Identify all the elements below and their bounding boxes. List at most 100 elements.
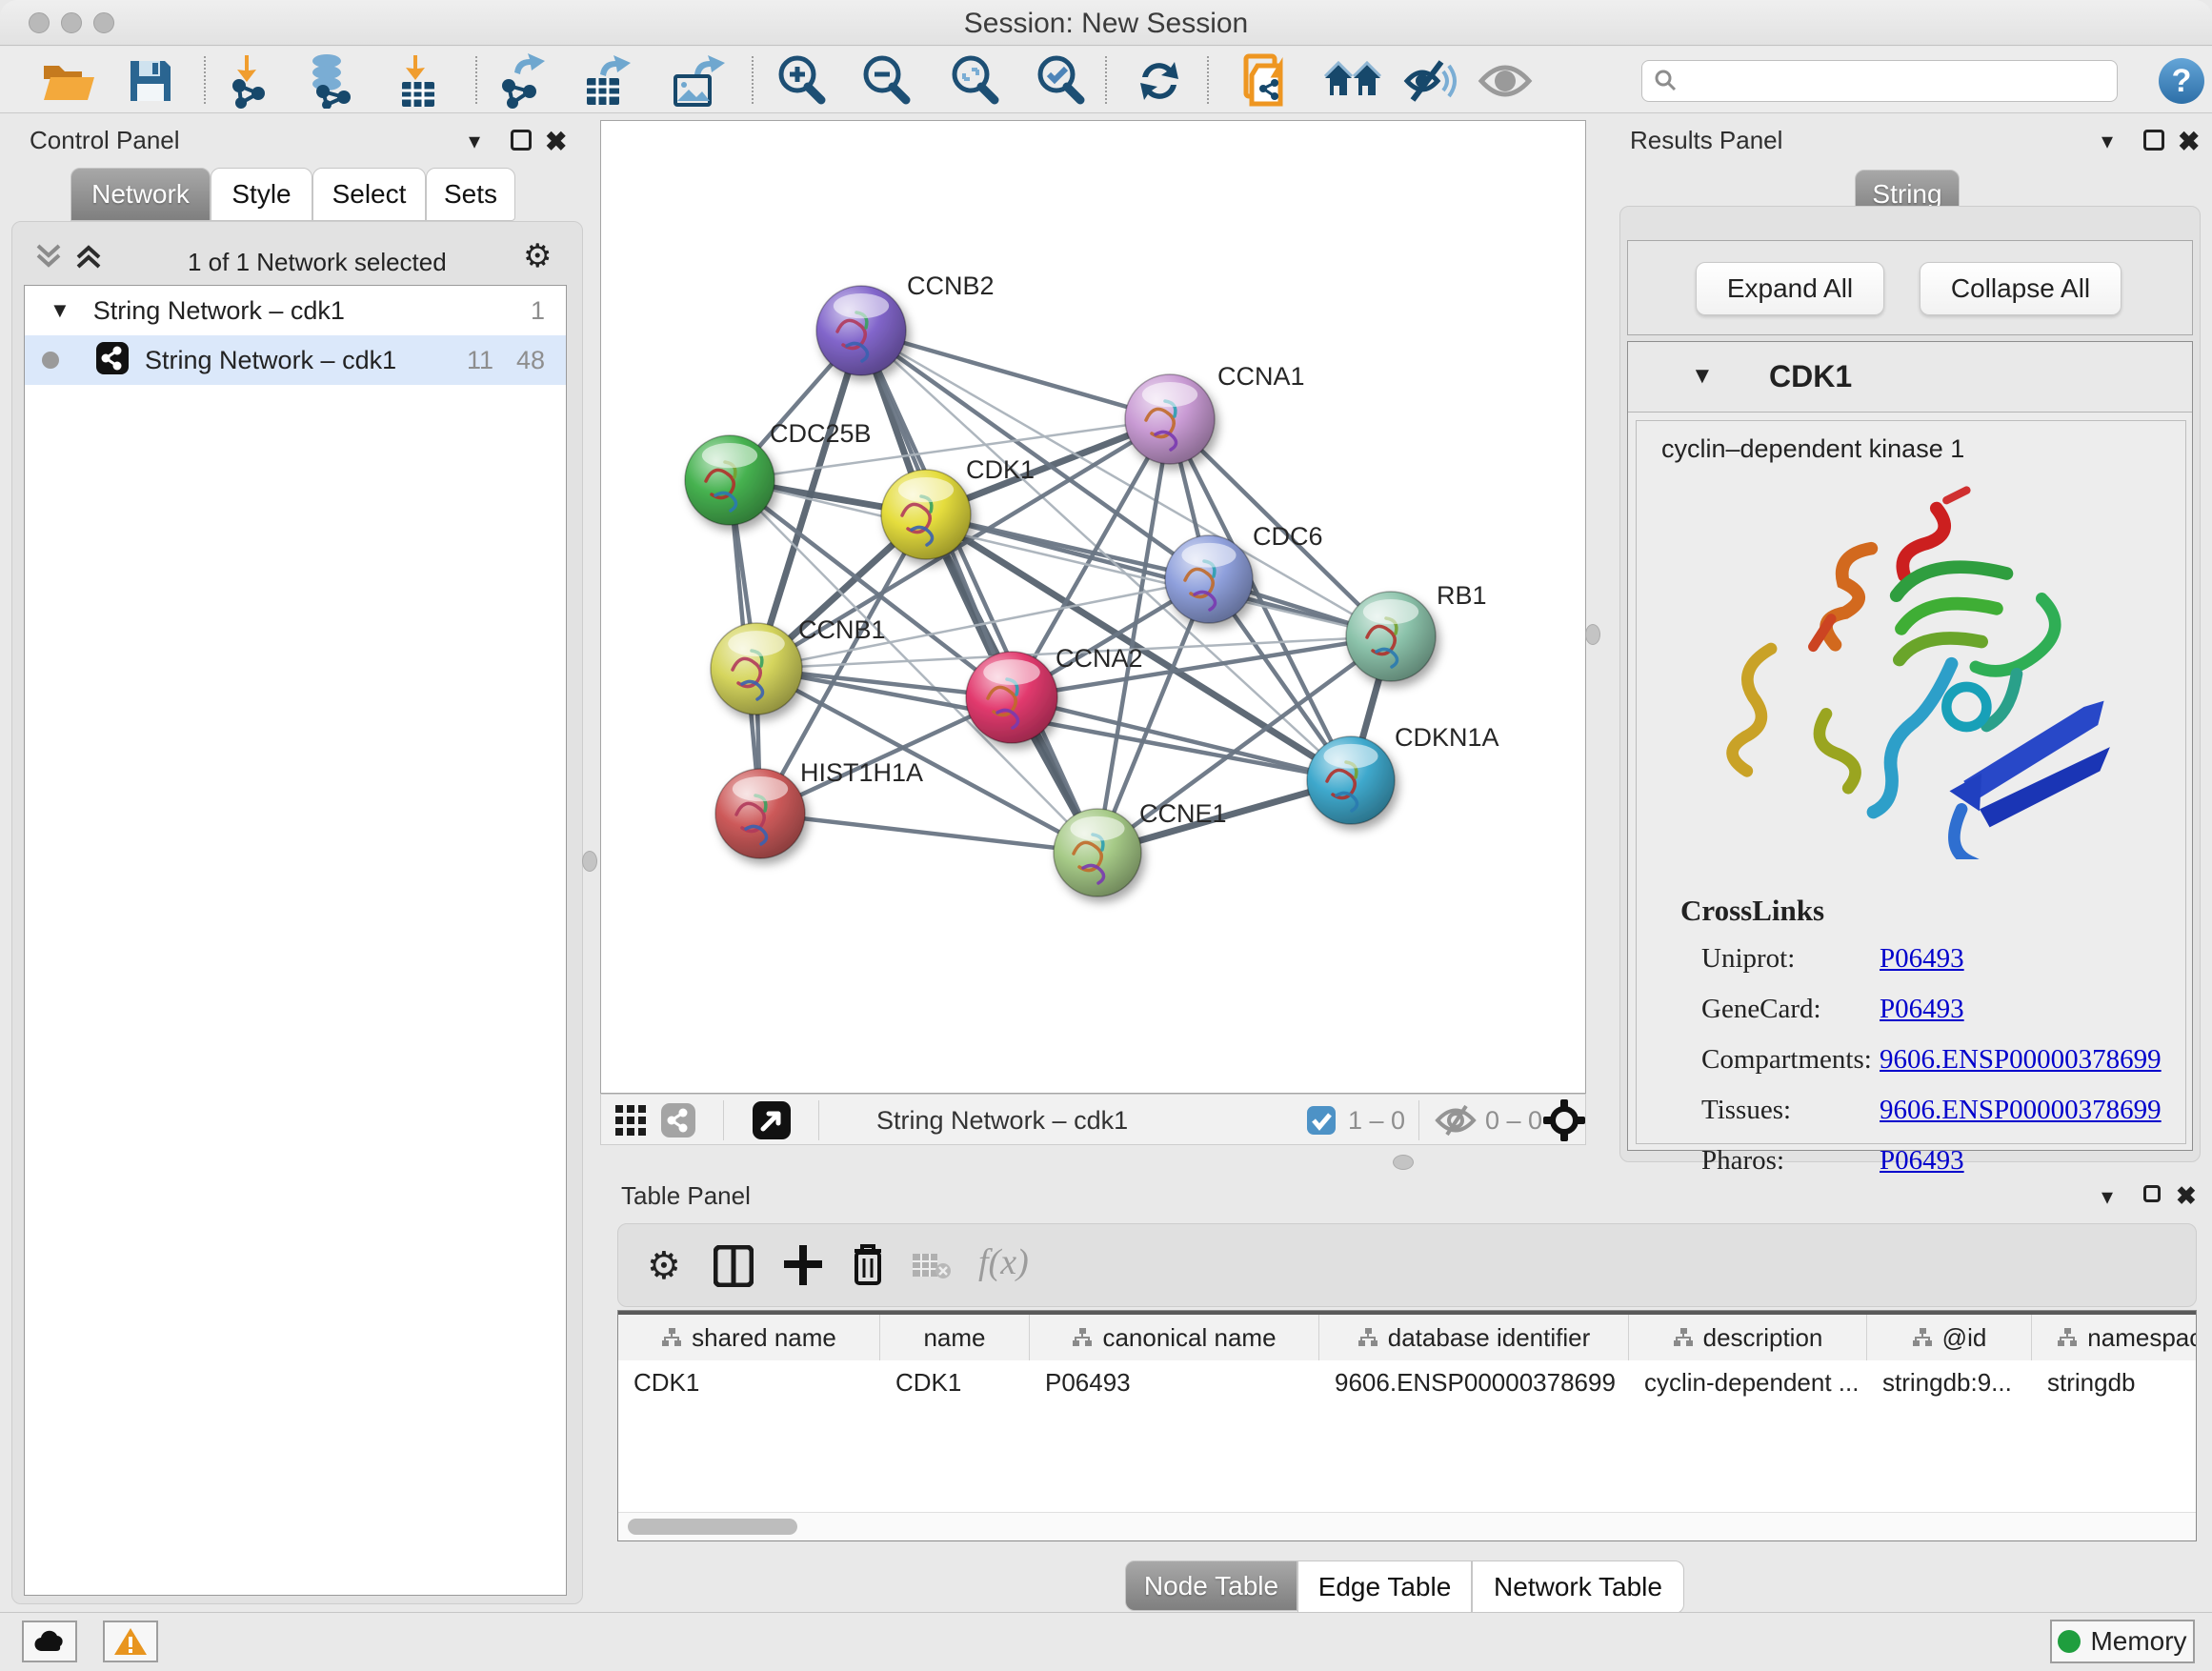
control-panel-close-icon[interactable]: ✖ <box>545 126 567 157</box>
network-options-gear-icon[interactable]: ⚙ <box>523 240 552 272</box>
tab-node-table[interactable]: Node Table <box>1125 1560 1297 1611</box>
search-icon <box>1654 69 1679 93</box>
import-table-icon[interactable] <box>388 54 449 108</box>
import-database-icon[interactable] <box>299 54 360 108</box>
memory-button[interactable]: Memory <box>2050 1620 2195 1663</box>
table-row[interactable]: CDK1CDK1P064939606.ENSP00000378699cyclin… <box>618 1315 2197 1404</box>
share-document-icon[interactable] <box>1238 54 1299 108</box>
crosslink-link[interactable]: 9606.ENSP00000378699 <box>1880 1095 2162 1126</box>
tab-network[interactable]: Network <box>70 168 211 221</box>
search-input[interactable] <box>1641 60 2118 102</box>
grid-view-icon[interactable] <box>614 1104 647 1141</box>
expand-all-networks-icon[interactable] <box>74 240 103 277</box>
table-cell[interactable]: cyclin-dependent ... <box>1629 1360 1867 1404</box>
delete-table-icon <box>912 1253 952 1286</box>
crosslink-row: Tissues: <box>1701 1095 1791 1126</box>
export-table-icon[interactable] <box>575 54 636 108</box>
table-panel-float-icon[interactable] <box>2143 1185 2161 1202</box>
tab-network-table[interactable]: Network Table <box>1472 1560 1684 1614</box>
gene-collapse-icon[interactable]: ▼ <box>1691 363 1714 390</box>
zoom-out-icon[interactable] <box>856 54 917 108</box>
main-toolbar: ? <box>0 47 2212 113</box>
help-icon[interactable]: ? <box>2151 54 2212 108</box>
svg-text:CDKN1A: CDKN1A <box>1395 723 1499 752</box>
toolbar-separator <box>1418 1100 1419 1140</box>
gene-description: cyclin–dependent kinase 1 <box>1661 434 1964 464</box>
crosslinks-title: CrossLinks <box>1680 894 1824 928</box>
gene-header-row[interactable]: ▼ CDK1 <box>1628 342 2192 413</box>
warning-status-button[interactable] <box>103 1621 158 1662</box>
table-options-gear-icon[interactable]: ⚙ <box>647 1247 681 1285</box>
tab-select[interactable]: Select <box>312 168 426 221</box>
crosslink-link[interactable]: P06493 <box>1880 943 1964 975</box>
open-session-icon[interactable] <box>38 54 99 108</box>
window-title: Session: New Session <box>0 8 2212 40</box>
table-cell[interactable]: P06493 <box>1030 1360 1319 1404</box>
results-panel-collapse-icon[interactable]: ▾ <box>2101 128 2113 155</box>
tree-collapse-icon[interactable]: ▼ <box>50 298 70 323</box>
left-splitter-handle[interactable] <box>582 851 597 872</box>
status-bar: Memory <box>0 1612 2212 1671</box>
birdseye-view-icon[interactable] <box>752 1100 792 1145</box>
network-graph[interactable]: CCNB2CCNA1CDC25BCDK1CDC6RB1CCNB1CCNA2CDK… <box>601 121 1585 1093</box>
right-splitter-handle[interactable] <box>1585 624 1600 645</box>
network-status-dot <box>42 352 59 369</box>
tab-style[interactable]: Style <box>211 168 312 221</box>
svg-text:CCNE1: CCNE1 <box>1139 799 1227 828</box>
delete-column-trash-icon[interactable] <box>849 1241 887 1292</box>
table-cell[interactable]: CDK1 <box>618 1360 880 1404</box>
crosslink-link[interactable]: P06493 <box>1880 1145 1964 1177</box>
table-cell[interactable]: stringdb <box>2032 1360 2197 1404</box>
hide-details-icon[interactable] <box>1400 54 1461 108</box>
crosslink-link[interactable]: 9606.ENSP00000378699 <box>1880 1044 2162 1076</box>
svg-text:RB1: RB1 <box>1437 581 1487 610</box>
tab-edge-table[interactable]: Edge Table <box>1297 1560 1472 1614</box>
table-panel-collapse-icon[interactable]: ▾ <box>2101 1183 2113 1211</box>
svg-text:CCNB2: CCNB2 <box>907 272 995 300</box>
network-canvas[interactable]: CCNB2CCNA1CDC25BCDK1CDC6RB1CCNB1CCNA2CDK… <box>600 120 1586 1094</box>
network-tree-root-row[interactable]: ▼ String Network – cdk1 1 <box>25 286 566 335</box>
fit-selected-crosshair-icon[interactable] <box>1542 1098 1586 1147</box>
hidden-eye-slash-icon <box>1434 1104 1478 1141</box>
zoom-fit-icon[interactable] <box>945 54 1006 108</box>
tab-sets[interactable]: Sets <box>426 168 515 221</box>
selected-checkbox-icon[interactable] <box>1306 1105 1337 1140</box>
zoom-selected-icon[interactable] <box>1031 54 1092 108</box>
network-collection-label: String Network – cdk1 <box>93 296 345 326</box>
show-details-icon[interactable] <box>1475 54 1536 108</box>
table-panel-close-icon[interactable]: ✖ <box>2176 1181 2197 1211</box>
network-tree: ▼ String Network – cdk1 1 String Network… <box>24 285 567 1596</box>
save-session-icon[interactable] <box>120 54 181 108</box>
memory-label: Memory <box>2090 1626 2186 1657</box>
network-share-view-icon[interactable] <box>660 1102 696 1143</box>
svg-text:HIST1H1A: HIST1H1A <box>800 758 923 787</box>
zoom-in-icon[interactable] <box>772 54 833 108</box>
collapse-all-button[interactable]: Collapse All <box>1920 262 2122 315</box>
import-network-icon[interactable] <box>217 54 278 108</box>
control-panel-collapse-icon[interactable]: ▾ <box>469 128 480 155</box>
hscrollbar-thumb[interactable] <box>628 1519 797 1535</box>
show-columns-icon[interactable] <box>714 1245 754 1292</box>
table-cell[interactable]: 9606.ENSP00000378699 <box>1319 1360 1629 1404</box>
control-panel-float-icon[interactable] <box>511 130 532 151</box>
horizontal-splitter-handle[interactable] <box>1393 1155 1414 1170</box>
export-network-icon[interactable] <box>494 54 555 108</box>
table-cell[interactable]: stringdb:9... <box>1867 1360 2032 1404</box>
cloud-status-button[interactable] <box>22 1621 77 1662</box>
expand-all-button[interactable]: Expand All <box>1696 262 1884 315</box>
results-panel-close-icon[interactable]: ✖ <box>2178 126 2200 157</box>
crosslink-row: Pharos: <box>1701 1145 1784 1177</box>
results-panel-float-icon[interactable] <box>2143 130 2164 151</box>
crosslink-row: Uniprot: <box>1701 943 1795 975</box>
crosslink-link[interactable]: P06493 <box>1880 994 1964 1025</box>
refresh-icon[interactable] <box>1129 54 1190 108</box>
gene-name: CDK1 <box>1769 359 1852 394</box>
export-image-icon[interactable] <box>667 54 728 108</box>
collapse-all-networks-icon[interactable] <box>34 240 63 277</box>
table-hscrollbar[interactable] <box>618 1512 2196 1540</box>
table-cell[interactable]: CDK1 <box>880 1360 1030 1404</box>
crosslink-row: Compartments: <box>1701 1044 1872 1076</box>
home-icon[interactable] <box>1322 54 1383 108</box>
network-tree-selected-row[interactable]: String Network – cdk1 11 48 <box>25 335 566 385</box>
create-column-icon[interactable] <box>782 1243 824 1292</box>
